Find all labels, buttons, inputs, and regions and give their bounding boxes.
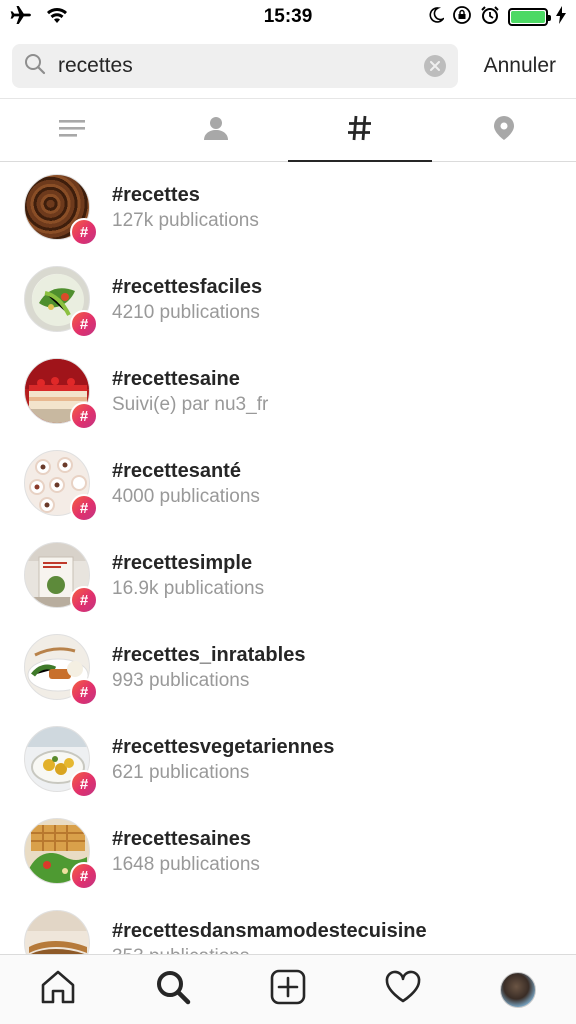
moon-icon [428, 6, 446, 28]
hashtag-icon [348, 115, 372, 146]
airplane-icon [10, 5, 32, 29]
hashtag-result-row[interactable]: # #recettesvegetariennes 621 publication… [0, 714, 576, 806]
location-pin-icon [493, 115, 515, 146]
search-icon [155, 969, 191, 1010]
hashtag-name: #recettesfaciles [112, 276, 263, 298]
charging-icon [556, 5, 566, 29]
hashtag-name: #recettesvegetariennes [112, 736, 335, 758]
nav-add-post[interactable] [230, 969, 345, 1010]
hashtag-badge-icon: # [70, 678, 98, 706]
hashtag-badge-icon: # [70, 586, 98, 614]
search-tabs [0, 98, 576, 162]
hashtag-name: #recettes_inratables [112, 644, 306, 666]
search-bar[interactable] [12, 44, 458, 88]
hashtag-badge-icon: # [70, 770, 98, 798]
profile-avatar [500, 971, 537, 1008]
heart-icon [384, 970, 422, 1009]
hashtag-name: #recettesdansmamodestecuisine [112, 920, 427, 942]
list-icon [59, 118, 85, 143]
hashtag-badge-icon: # [70, 310, 98, 338]
hashtag-post-count: 353 publications [112, 944, 427, 954]
battery-icon [508, 8, 551, 26]
hashtag-result-row[interactable]: # #recettesdansmamodestecuisine 353 publ… [0, 898, 576, 954]
hashtag-post-count: 1648 publications [112, 854, 260, 875]
hashtag-name: #recettesimple [112, 552, 253, 574]
search-input[interactable] [46, 44, 424, 88]
hashtag-thumbnail [24, 910, 90, 954]
tab-tags[interactable] [288, 99, 432, 162]
rotation-lock-icon [452, 5, 472, 30]
hashtag-result-row[interactable]: # #recettesfaciles 4210 publications [0, 254, 576, 346]
wifi-icon [46, 7, 68, 28]
hashtag-post-count: 4210 publications [112, 302, 260, 323]
person-icon [203, 115, 229, 146]
hashtag-post-count: 4000 publications [112, 486, 260, 507]
clear-search-icon[interactable] [424, 55, 446, 77]
hashtag-result-row[interactable]: # #recettesanté 4000 publications [0, 438, 576, 530]
search-header: Annuler [0, 34, 576, 98]
hashtag-result-row[interactable]: # #recettesimple 16.9k publications [0, 530, 576, 622]
hashtag-results-list: # #recettes 127k publications # #recette… [0, 162, 576, 954]
tab-top[interactable] [0, 99, 144, 161]
hashtag-post-count: 16.9k publications [112, 578, 265, 599]
hashtag-post-count: 127k publications [112, 210, 259, 231]
hashtag-badge-icon: # [70, 218, 98, 246]
hashtag-name: #recettesanté [112, 460, 241, 482]
hashtag-badge-icon: # [70, 402, 98, 430]
tab-people[interactable] [144, 99, 288, 161]
hashtag-result-row[interactable]: # #recettesaines 1648 publications [0, 806, 576, 898]
hashtag-result-row[interactable]: # #recettes 127k publications [0, 162, 576, 254]
nav-activity[interactable] [346, 970, 461, 1009]
hashtag-post-count: 993 publications [112, 670, 250, 691]
hashtag-result-row[interactable]: # #recettes_inratables 993 publications [0, 622, 576, 714]
status-bar: 15:39 [0, 0, 576, 34]
hashtag-name: #recettes [112, 184, 200, 206]
cancel-button[interactable]: Annuler [484, 54, 564, 78]
hashtag-name: #recettesaine [112, 368, 240, 390]
hashtag-post-count: 621 publications [112, 762, 250, 783]
alarm-icon [480, 5, 500, 30]
tab-places[interactable] [432, 99, 576, 161]
hashtag-follower-info: Suivi(e) par nu3_fr [112, 394, 269, 415]
bottom-navigation [0, 954, 576, 1024]
nav-search[interactable] [115, 969, 230, 1010]
hashtag-badge-icon: # [70, 494, 98, 522]
hashtag-badge-icon: # [70, 862, 98, 890]
home-icon [40, 970, 76, 1009]
hashtag-result-row[interactable]: # #recettesaine Suivi(e) par nu3_fr [0, 346, 576, 438]
nav-profile[interactable] [461, 971, 576, 1008]
add-post-icon [270, 969, 306, 1010]
search-icon [24, 53, 46, 80]
hashtag-name: #recettesaines [112, 828, 251, 850]
nav-home[interactable] [0, 970, 115, 1009]
